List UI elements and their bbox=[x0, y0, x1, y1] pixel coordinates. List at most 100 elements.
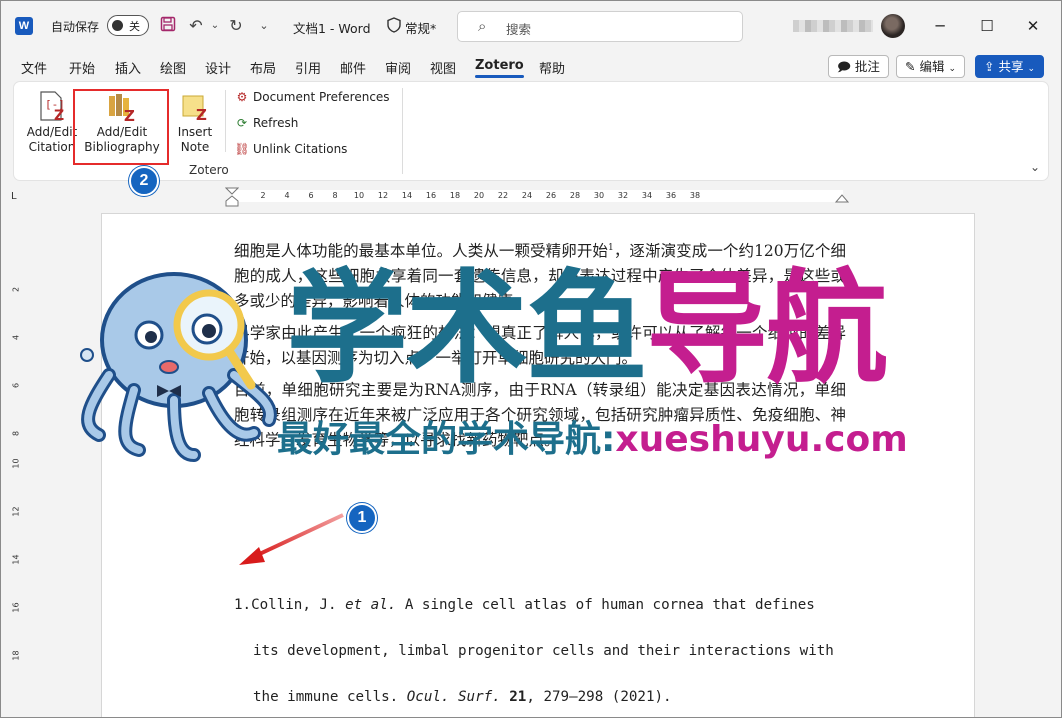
ruler-text-area bbox=[231, 190, 843, 202]
sensitivity-label[interactable]: 常规* bbox=[405, 18, 436, 37]
ref-pages-year: , 279–298 (2021). bbox=[526, 689, 672, 705]
share-button[interactable]: ⇪ 共享 ⌄ bbox=[975, 55, 1045, 78]
citation-label-line2: Citation bbox=[28, 140, 76, 154]
unlink-citations-label: Unlink Citations bbox=[253, 142, 348, 156]
ruler-tick: 2 bbox=[260, 191, 266, 200]
refresh-button[interactable]: ⟳ Refresh bbox=[234, 113, 298, 133]
ruler-tick: 26 bbox=[545, 191, 557, 200]
add-edit-citation-button[interactable]: [-] Z Add/Edit Citation bbox=[24, 86, 80, 155]
tab-mailings[interactable]: 邮件 bbox=[340, 58, 366, 77]
tab-draw[interactable]: 绘图 bbox=[160, 58, 186, 77]
minimize-icon[interactable]: ─ bbox=[925, 14, 955, 38]
watermark-title-part1: 学术鱼 bbox=[286, 258, 648, 400]
undo-dropdown-icon[interactable]: ⌄ bbox=[205, 16, 225, 36]
annotation-arrow-icon bbox=[239, 513, 344, 565]
watermark-title-part2: 导航 bbox=[646, 258, 888, 400]
comment-icon: 🗩 bbox=[837, 59, 851, 74]
ruler-tick: 18 bbox=[11, 650, 21, 661]
ruler-tick: 30 bbox=[593, 191, 605, 200]
ruler-tick: 12 bbox=[11, 506, 21, 517]
close-icon[interactable]: ✕ bbox=[1018, 14, 1048, 38]
autosave-label: 自动保存 bbox=[51, 20, 100, 34]
tab-zotero[interactable]: Zotero bbox=[475, 58, 524, 78]
avatar[interactable] bbox=[881, 14, 905, 38]
ref-journal: Ocul. Surf. bbox=[406, 689, 501, 705]
word-window: W 自动保存 关 ↶ ⌄ ↻ ⌄ 文档1 - Word 常规* ⌕ 搜索 ─ ☐… bbox=[0, 0, 1062, 718]
bibliography-highlight-box bbox=[73, 89, 169, 165]
tab-stop-selector[interactable]: L bbox=[11, 191, 17, 202]
shield-icon[interactable] bbox=[387, 17, 401, 33]
customize-toolbar-icon[interactable]: ⌄ bbox=[254, 16, 274, 36]
vertical-ruler[interactable]: 2 4 6 8 10 12 14 16 18 bbox=[9, 213, 23, 717]
tab-references[interactable]: 引用 bbox=[295, 58, 321, 77]
ruler-tick: 8 bbox=[332, 191, 338, 200]
ruler-tick: 28 bbox=[569, 191, 581, 200]
step-badge-1: 1 bbox=[347, 503, 377, 533]
ruler-tick: 14 bbox=[11, 554, 21, 565]
maximize-icon[interactable]: ☐ bbox=[972, 14, 1002, 38]
search-placeholder: 搜索 bbox=[506, 22, 532, 37]
comments-button[interactable]: 🗩 批注 bbox=[828, 55, 889, 78]
undo-icon[interactable]: ↶ bbox=[186, 16, 206, 36]
svg-text:Z: Z bbox=[196, 106, 207, 122]
bibliography-entry[interactable]: 1.Collin, J. et al. A single cell atlas … bbox=[234, 582, 846, 717]
tab-view[interactable]: 视图 bbox=[430, 58, 456, 77]
ref-space bbox=[501, 689, 510, 705]
comments-label: 批注 bbox=[854, 59, 880, 74]
ref-title-part: A single cell atlas of human cornea that… bbox=[396, 597, 815, 613]
ruler-tick: 16 bbox=[425, 191, 437, 200]
bibliography-line-1: 1.Collin, J. et al. A single cell atlas … bbox=[234, 582, 846, 628]
ref-et-al: et al. bbox=[345, 597, 397, 613]
tab-home[interactable]: 开始 bbox=[69, 58, 95, 77]
right-indent-marker-icon[interactable] bbox=[835, 193, 849, 203]
tab-file[interactable]: 文件 bbox=[21, 58, 47, 77]
redo-icon[interactable]: ↻ bbox=[226, 16, 246, 36]
pencil-icon: ✎ bbox=[905, 59, 916, 74]
tab-review[interactable]: 审阅 bbox=[385, 58, 411, 77]
editing-mode-button[interactable]: ✎ 编辑 ⌄ bbox=[896, 55, 966, 78]
insert-note-button[interactable]: Z Insert Note bbox=[172, 86, 218, 155]
tab-insert[interactable]: 插入 bbox=[115, 58, 141, 77]
ruler-tick: 2 bbox=[11, 286, 21, 293]
indent-marker-icon[interactable] bbox=[225, 187, 239, 207]
ruler-tick: 4 bbox=[11, 334, 21, 341]
reference-number: 1. bbox=[234, 597, 252, 613]
note-label-line1: Insert bbox=[177, 125, 213, 139]
tab-layout[interactable]: 布局 bbox=[250, 58, 276, 77]
gear-icon: ⚙ bbox=[236, 90, 248, 104]
bibliography-line-3: the immune cells. Ocul. Surf. 21, 279–29… bbox=[234, 674, 846, 717]
autosave-state: 关 bbox=[129, 20, 140, 33]
horizontal-ruler[interactable]: 2 4 6 8 10 12 14 16 18 20 22 24 26 28 30… bbox=[101, 187, 981, 207]
ruler-tick: 18 bbox=[449, 191, 461, 200]
save-icon[interactable] bbox=[158, 16, 178, 36]
citation-icon: [-] Z bbox=[37, 90, 67, 124]
octopus-mascot-logo bbox=[80, 272, 277, 462]
document-preferences-button[interactable]: ⚙ Document Preferences bbox=[234, 87, 390, 107]
ruler-tick: 4 bbox=[284, 191, 290, 200]
search-box[interactable]: ⌕ 搜索 bbox=[457, 11, 743, 42]
share-icon: ⇪ bbox=[984, 59, 995, 74]
ruler-tick: 32 bbox=[617, 191, 629, 200]
document-title: 文档1 - Word bbox=[293, 21, 371, 36]
chevron-down-icon: ⌄ bbox=[948, 64, 957, 74]
tab-help[interactable]: 帮助 bbox=[539, 58, 565, 77]
word-app-icon[interactable]: W bbox=[15, 17, 33, 35]
search-icon: ⌕ bbox=[478, 17, 487, 35]
ruler-tick: 20 bbox=[473, 191, 485, 200]
ruler-tick: 12 bbox=[377, 191, 389, 200]
ribbon-collapse-icon[interactable]: ⌄ bbox=[1030, 160, 1040, 174]
ref-title-end: the immune cells. bbox=[253, 689, 407, 705]
share-label: 共享 bbox=[998, 59, 1024, 74]
refresh-label: Refresh bbox=[253, 116, 299, 130]
bibliography-line-2: its development, limbal progenitor cells… bbox=[253, 643, 834, 659]
ruler-tick: 14 bbox=[401, 191, 413, 200]
watermark-title: 学术鱼导航 bbox=[286, 258, 888, 400]
ribbon-divider bbox=[225, 90, 226, 152]
unlink-citations-button[interactable]: ⛓ Unlink Citations bbox=[234, 139, 347, 159]
refresh-icon: ⟳ bbox=[236, 116, 248, 130]
tab-design[interactable]: 设计 bbox=[205, 58, 231, 77]
ruler-tick: 24 bbox=[521, 191, 533, 200]
ruler-tick: 8 bbox=[11, 430, 21, 437]
autosave-toggle[interactable]: 关 bbox=[107, 15, 149, 36]
unlink-icon: ⛓ bbox=[234, 142, 250, 156]
